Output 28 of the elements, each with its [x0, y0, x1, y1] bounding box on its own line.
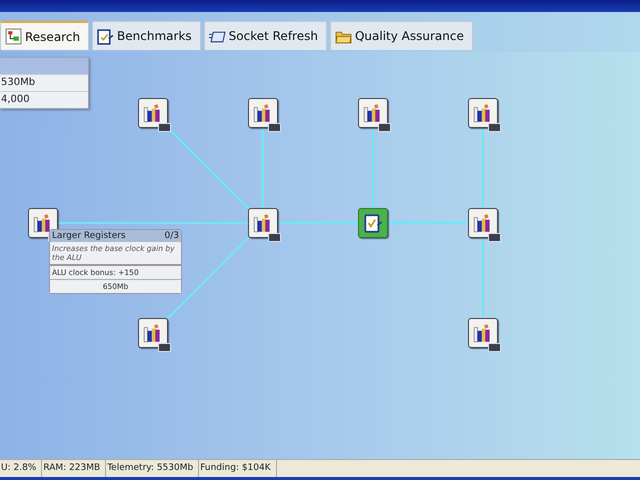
info-row: 530Mb	[0, 74, 88, 91]
rank-badge-icon	[158, 123, 171, 132]
tab[interactable]: Research	[0, 21, 90, 50]
rank-badge-icon	[158, 343, 171, 352]
tab[interactable]: Socket Refresh	[204, 21, 327, 50]
rank-badge-icon	[268, 123, 281, 132]
tree-chart-icon	[5, 28, 22, 45]
rank-badge-icon	[378, 123, 391, 132]
research-node[interactable]	[248, 208, 278, 238]
research-node[interactable]	[138, 98, 168, 128]
rank-count: 0/3	[164, 231, 179, 241]
clipboard-check-icon	[362, 212, 384, 234]
research-node[interactable]	[358, 98, 388, 128]
research-node[interactable]	[468, 318, 498, 348]
rank-badge-icon	[268, 233, 281, 242]
clipboard-check-icon	[97, 28, 114, 44]
tooltip-title: Larger Registers	[52, 231, 126, 241]
research-node[interactable]	[468, 98, 498, 128]
tab[interactable]: Quality Assurance	[330, 21, 473, 50]
research-node[interactable]	[248, 98, 278, 128]
tab[interactable]: Benchmarks	[92, 21, 201, 50]
rank-badge-icon	[488, 123, 501, 132]
rank-badge-icon	[488, 343, 501, 352]
rank-badge-icon	[488, 233, 501, 242]
info-row: 4,000	[0, 91, 88, 108]
research-node[interactable]	[468, 208, 498, 238]
benchmark-node[interactable]	[358, 208, 388, 238]
research-node[interactable]	[138, 318, 168, 348]
